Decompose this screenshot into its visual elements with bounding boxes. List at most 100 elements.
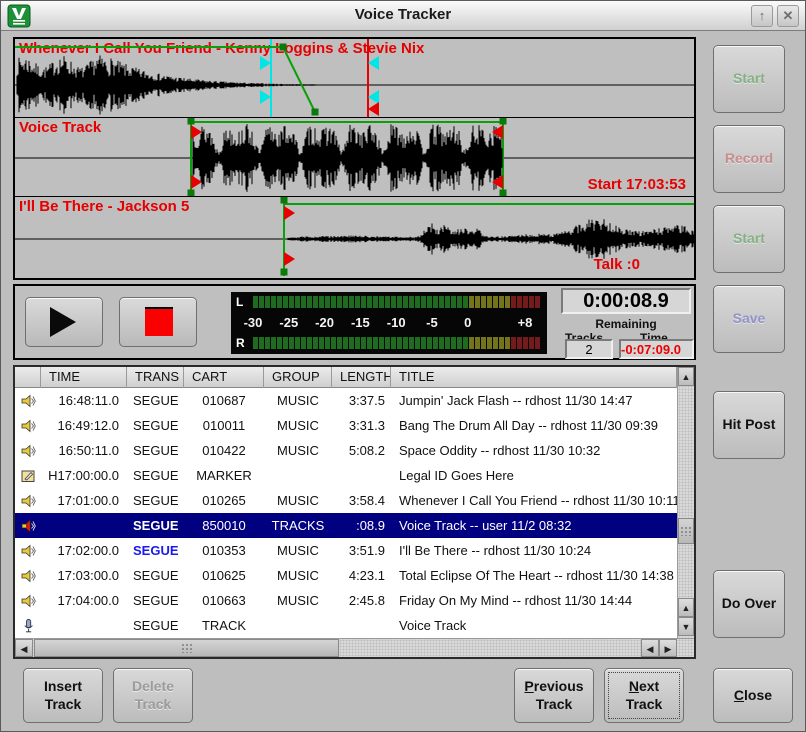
scroll-left-button[interactable]: ◀ [15, 639, 33, 657]
close-button[interactable]: Close [713, 668, 793, 723]
playlist-cell: 5:08.2 [332, 438, 391, 463]
playlist-row[interactable]: 17:02:00.0SEGUE010353MUSIC3:51.9I'll Be … [15, 538, 677, 563]
previous-track-button[interactable]: Previous Track [514, 668, 594, 723]
fade-handle[interactable] [188, 190, 195, 197]
cue-marker-triangle[interactable] [368, 90, 379, 104]
do-over-button[interactable]: Do Over [713, 570, 785, 638]
vertical-scroll-thumb[interactable] [678, 518, 694, 544]
playlist-cell: Friday On My Mind -- rdhost 11/30 14:44 [391, 588, 677, 613]
meter-segment [379, 296, 384, 308]
waveform-panel-previous-track[interactable]: Whenever I Call You Friend - Kenny Loggi… [15, 39, 694, 118]
playlist-row[interactable]: 17:04:00.0SEGUE010663MUSIC2:45.8Friday O… [15, 588, 677, 613]
fade-handle[interactable] [280, 44, 287, 51]
cue-marker-triangle[interactable] [260, 90, 271, 104]
meter-segment [457, 296, 462, 308]
tracks-remaining-value: 2 [565, 339, 613, 359]
fade-handle[interactable] [281, 269, 288, 276]
fade-handle[interactable] [500, 118, 507, 125]
scroll-right-button[interactable]: ▶ [659, 639, 677, 657]
track-marker-triangle[interactable] [368, 102, 379, 116]
track-marker-triangle[interactable] [284, 206, 295, 220]
stop-button[interactable] [119, 297, 197, 347]
scroll-left-button-2[interactable]: ◀ [641, 639, 659, 657]
fade-handle[interactable] [312, 109, 319, 116]
playlist-cell: SEGUE [127, 438, 184, 463]
horizontal-scrollbar[interactable]: ◀ ◀ ▶ [15, 638, 694, 657]
playlist-row[interactable]: 17:01:00.0SEGUE010265MUSIC3:58.4Whenever… [15, 488, 677, 513]
meter-segment [361, 296, 366, 308]
meter-segment [391, 296, 396, 308]
playlist-cell: 010011 [184, 413, 264, 438]
close-window-button[interactable]: ✕ [777, 5, 799, 27]
playlist-cell: SEGUE [127, 588, 184, 613]
meter-segment [367, 296, 372, 308]
scroll-down-button[interactable]: ▼ [678, 617, 694, 636]
speaker-icon [15, 438, 41, 463]
meter-right-label: R [236, 336, 245, 350]
playlist-row[interactable]: 17:03:00.0SEGUE010625MUSIC4:23.1Total Ec… [15, 563, 677, 588]
meter-segment [397, 296, 402, 308]
meter-segment [469, 296, 474, 308]
delete-track-button[interactable]: Delete Track [113, 668, 193, 723]
speaker-icon [15, 388, 41, 413]
track-marker-triangle[interactable] [191, 125, 202, 139]
horizontal-scroll-thumb[interactable] [34, 639, 339, 657]
cue-marker-triangle[interactable] [368, 56, 379, 70]
shade-window-button[interactable]: ↑ [751, 5, 773, 27]
playlist-row[interactable]: 16:50:11.0SEGUE010422MUSIC5:08.2Space Od… [15, 438, 677, 463]
hit-post-button[interactable]: Hit Post [713, 391, 785, 459]
record-button[interactable]: Record [713, 125, 785, 193]
cue-marker-triangle[interactable] [260, 56, 271, 70]
playlist-cell: MUSIC [264, 413, 332, 438]
playlist-header-cell[interactable]: TITLE [391, 367, 677, 388]
playlist-cell [332, 463, 391, 488]
playlist-row[interactable]: H17:00:00.0SEGUEMARKERLegal ID Goes Here [15, 463, 677, 488]
playlist-cell [264, 613, 332, 638]
start-previous-button[interactable]: Start [713, 45, 785, 113]
playlist-header-cell[interactable]: GROUP [264, 367, 332, 388]
playlist-cell: SEGUE [127, 513, 184, 538]
meter-segment [373, 296, 378, 308]
next-track-button[interactable]: Next Track [604, 668, 684, 723]
playlist-cell: MUSIC [264, 438, 332, 463]
waveform-panel-next-track[interactable]: I'll Be There - Jackson 5 Talk :0 [15, 197, 694, 276]
fade-handle[interactable] [188, 118, 195, 125]
meter-segment [349, 337, 354, 349]
playlist-row[interactable]: 16:49:12.0SEGUE010011MUSIC3:31.3Bang The… [15, 413, 677, 438]
insert-track-button[interactable]: Insert Track [23, 668, 103, 723]
track-marker-triangle[interactable] [284, 252, 295, 266]
remaining-label: Remaining [561, 317, 691, 331]
track-marker-triangle[interactable] [191, 175, 202, 189]
speaker-icon [15, 413, 41, 438]
playlist-row[interactable]: 16:48:11.0SEGUE010687MUSIC3:37.5Jumpin' … [15, 388, 677, 413]
playlist-row[interactable]: SEGUETRACKVoice Track [15, 613, 677, 638]
playlist-header-cell[interactable]: TIME [41, 367, 127, 388]
meter-segment [445, 337, 450, 349]
playlist-cell: 17:01:00.0 [41, 488, 127, 513]
playlist-header-cell[interactable]: LENGTH [332, 367, 391, 388]
play-button[interactable] [25, 297, 103, 347]
scroll-up-button-2[interactable]: ▲ [678, 598, 694, 617]
playlist-header-cell[interactable]: TRANS [127, 367, 184, 388]
transport-panel: L -30-25-20-15-10-50+8 R 0:00:08.9 Remai… [13, 284, 696, 360]
start-next-button[interactable]: Start [713, 205, 785, 273]
vertical-scrollbar[interactable]: ▲ ▲ ▼ [677, 367, 694, 638]
play-icon [50, 307, 76, 337]
fade-line[interactable] [283, 47, 315, 112]
playlist-header-cell[interactable] [15, 367, 41, 388]
meter-scale-label: -20 [315, 315, 334, 330]
meter-segment [331, 337, 336, 349]
waveform-panel-voice-track[interactable]: Voice Track Start 17:03:53 [15, 118, 694, 197]
playlist-row-selected[interactable]: SEGUE850010TRACKS:08.9Voice Track -- use… [15, 513, 677, 538]
playlist-cell: SEGUE [127, 613, 184, 638]
fade-handle[interactable] [281, 197, 288, 204]
speaker-icon [15, 538, 41, 563]
vu-meter: L -30-25-20-15-10-50+8 R [231, 292, 547, 354]
playlist-cell: 2:45.8 [332, 588, 391, 613]
save-button[interactable]: Save [713, 285, 785, 353]
playlist-cell: MUSIC [264, 538, 332, 563]
scroll-up-button[interactable]: ▲ [678, 367, 694, 386]
fade-handle[interactable] [500, 190, 507, 197]
playlist-header-cell[interactable]: CART [184, 367, 264, 388]
playlist-cell: 16:49:12.0 [41, 413, 127, 438]
